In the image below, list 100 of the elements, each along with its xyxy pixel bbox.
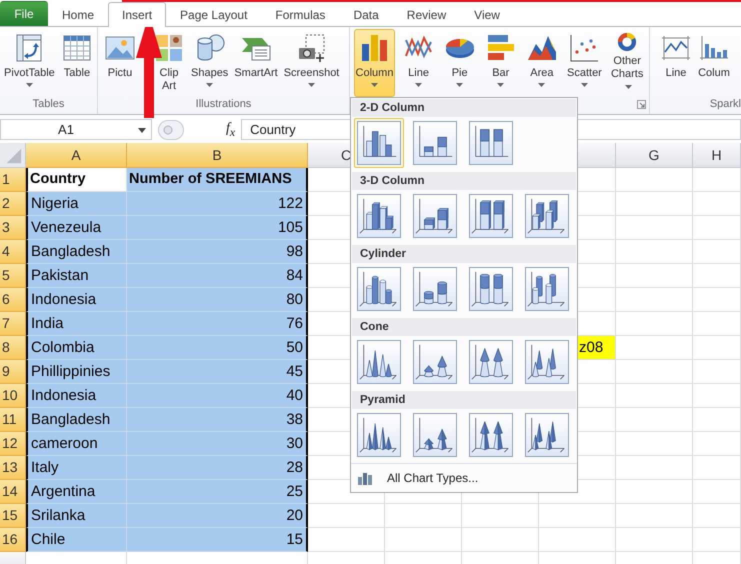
table-cell: cameroon [26,432,127,456]
chart-type-button[interactable] [522,410,572,460]
row-header[interactable]: 10 [0,384,26,408]
chart-type-button[interactable] [522,264,572,314]
cone-chart-icon [357,340,401,384]
ribbon-tab[interactable]: Page Layout [166,2,262,26]
row-header[interactable]: 13 [0,456,26,480]
table-cell [693,168,741,192]
chart-type-button[interactable] [410,337,460,387]
cylinder-chart-icon [525,267,569,311]
column-header[interactable]: H [693,143,741,168]
section-heading: 2-D Column [352,99,576,117]
chart-type-button[interactable] [354,264,404,314]
chart-type-button[interactable] [466,264,516,314]
table-cell [693,240,741,264]
ribbon-tab[interactable]: View [460,2,514,26]
table-cell: 76 [127,312,308,336]
ribbon-button[interactable]: Bar [482,29,519,97]
table-cell: Bangladesh [26,408,127,432]
row-header[interactable]: 14 [0,480,26,504]
ribbon-button[interactable]: Table [58,29,95,97]
table-cell: Chile [26,528,127,552]
chart-type-button[interactable] [410,191,460,241]
ribbon-button[interactable]: Pie [442,29,478,97]
table-cell: 122 [127,192,308,216]
ribbon-tab[interactable]: Insert [108,2,166,27]
table-cell: Number of SREEMIANS [127,168,308,192]
chart-type-button[interactable] [522,337,572,387]
chart-type-button[interactable] [466,410,516,460]
chart-type-button[interactable] [410,118,460,168]
row-header[interactable]: 15 [0,504,26,528]
ribbon-button[interactable]: Shapes [189,29,230,97]
ribbon-button[interactable]: Column [354,29,396,97]
scatter-chart-icon [568,32,600,64]
column-chart-icon [469,194,513,238]
pyramid-chart-icon [413,413,457,457]
row-header[interactable]: 11 [0,408,26,432]
section-heading: 3-D Column [352,172,576,190]
cylinder-chart-icon [413,267,457,311]
ribbon-button[interactable]: Scatter [565,29,604,97]
row-header[interactable]: 16 [0,528,26,552]
pyramid-chart-icon [469,413,513,457]
ribbon-button[interactable]: SmartArt [232,29,280,97]
ribbon-button[interactable]: Other Charts [608,29,646,97]
file-tab[interactable]: File [0,1,48,26]
row-header[interactable]: 7 [0,312,26,336]
row-header[interactable]: 3 [0,216,26,240]
table-cell: Pakistan [26,264,127,288]
ribbon-tab[interactable]: Formulas [261,2,340,26]
column-chart-icon [413,121,457,165]
clip-art-icon [153,32,185,64]
all-chart-types-link[interactable]: All Chart Types... [351,465,484,491]
ribbon-button[interactable]: Screenshot [282,29,342,97]
table-cell: 30 [127,432,308,456]
ribbon-tab[interactable]: Home [48,2,108,26]
table-cell: 40 [127,384,308,408]
chart-type-button[interactable] [466,337,516,387]
ribbon-button[interactable]: Line [658,29,694,97]
chart-type-button[interactable] [466,118,516,168]
row-header[interactable]: 1 [0,168,26,192]
insert-function-button[interactable]: f$_{x}$ [220,120,242,138]
row-header[interactable]: 12 [0,432,26,456]
row-header[interactable]: 5 [0,264,26,288]
row-header[interactable]: 6 [0,288,26,312]
ribbon-tab[interactable]: Review [392,2,460,26]
chart-type-button[interactable] [354,337,404,387]
table-cell: Srilanka [26,504,127,528]
ribbon-button[interactable]: Colum [696,29,732,97]
row-header[interactable]: 4 [0,240,26,264]
table-cell: 98 [127,240,308,264]
chart-type-button[interactable] [466,191,516,241]
ribbon-tab[interactable]: Data [339,2,393,26]
table-cell: 28 [127,456,308,480]
ribbon-button[interactable]: Area [524,29,560,97]
row-header[interactable]: 8 [0,336,26,360]
ribbon-button[interactable]: Line [400,29,437,97]
dialog-launcher-icon[interactable] [637,100,646,109]
chart-type-button[interactable] [522,191,572,241]
table-cell: Italy [26,456,127,480]
table-cell [693,528,741,552]
pyramid-chart-icon [525,413,569,457]
ribbon-button[interactable]: Pictu [102,29,138,97]
table-cell [693,192,741,216]
row-header[interactable]: 2 [0,192,26,216]
table-cell: 105 [127,216,308,240]
dropdown-caret-icon[interactable] [138,128,146,133]
row-header[interactable]: 9 [0,360,26,384]
group-label: Sparkl [710,97,741,112]
chart-type-button[interactable] [410,410,460,460]
column-header[interactable]: B [127,143,308,168]
ribbon-button[interactable]: PivotTable [2,29,57,97]
chart-type-button[interactable] [354,410,404,460]
chart-type-button[interactable] [410,264,460,314]
table-cell: Country [26,168,127,192]
resize-handle[interactable] [158,120,184,140]
chart-type-button[interactable] [354,191,404,241]
column-header[interactable]: G [616,143,693,168]
column-header[interactable]: A [26,143,127,168]
name-box[interactable]: A1 [0,119,152,140]
chart-type-button[interactable] [354,118,404,168]
